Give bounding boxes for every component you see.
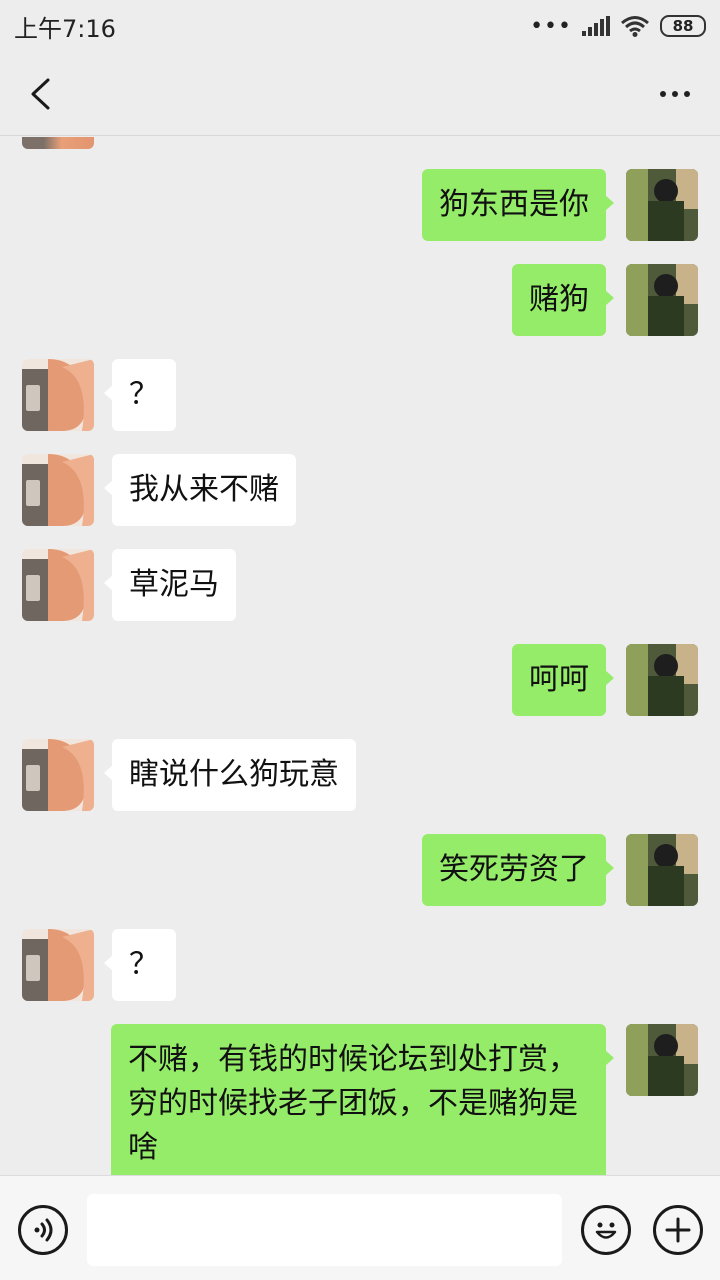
message-input[interactable] bbox=[87, 1194, 562, 1266]
chat-header bbox=[0, 52, 720, 136]
message-row: 瞎说什么狗玩意 bbox=[0, 739, 720, 813]
voice-button[interactable] bbox=[18, 1205, 68, 1255]
avatar-self-image bbox=[626, 1024, 698, 1096]
avatar-self[interactable] bbox=[626, 644, 698, 716]
message-row: 赌狗 bbox=[0, 264, 720, 338]
message-row-partial bbox=[0, 137, 720, 149]
status-icons: ••• 88 bbox=[530, 14, 706, 39]
message-row: 不赌，有钱的时候论坛到处打赏，穷的时候找老子团饭，不是赌狗是啥 bbox=[0, 1024, 720, 1175]
avatar-self[interactable] bbox=[626, 834, 698, 906]
avatar-other[interactable] bbox=[22, 549, 94, 621]
more-button[interactable] bbox=[650, 74, 700, 114]
signal-icon bbox=[582, 16, 610, 36]
chat-area[interactable]: 狗东西是你 赌狗 ？ 我从来不赌 草泥马 呵呵 瞎说什么狗玩意 笑死劳资了 ？ … bbox=[0, 137, 720, 1175]
plus-icon bbox=[665, 1217, 691, 1243]
message-row: 笑死劳资了 bbox=[0, 834, 720, 908]
avatar-self[interactable] bbox=[626, 169, 698, 241]
more-dot bbox=[672, 90, 678, 97]
message-row: 我从来不赌 bbox=[0, 454, 720, 528]
emoji-button[interactable] bbox=[581, 1205, 631, 1255]
avatar-other[interactable] bbox=[22, 739, 94, 811]
avatar-other-image bbox=[22, 739, 94, 811]
avatar-other-image bbox=[22, 454, 94, 526]
message-row: 草泥马 bbox=[0, 549, 720, 623]
avatar-other-image bbox=[22, 929, 94, 1001]
avatar-other[interactable] bbox=[22, 359, 94, 431]
message-bubble-self[interactable]: 狗东西是你 bbox=[422, 169, 614, 241]
avatar-self[interactable] bbox=[626, 264, 698, 336]
message-bubble-self[interactable]: 不赌，有钱的时候论坛到处打赏，穷的时候找老子团饭，不是赌狗是啥 bbox=[111, 1024, 614, 1175]
input-bar bbox=[0, 1175, 720, 1280]
avatar-other[interactable] bbox=[22, 454, 94, 526]
plus-button[interactable] bbox=[653, 1205, 703, 1255]
avatar-self-image bbox=[626, 834, 698, 906]
avatar-self-image bbox=[626, 644, 698, 716]
more-dot bbox=[684, 90, 690, 97]
back-button[interactable] bbox=[20, 74, 60, 114]
voice-icon bbox=[34, 1218, 53, 1242]
message-bubble-self[interactable]: 呵呵 bbox=[512, 644, 614, 716]
message-bubble-self[interactable]: 笑死劳资了 bbox=[422, 834, 614, 906]
status-time: 上午7:16 bbox=[14, 14, 116, 43]
message-bubble-other[interactable]: ？ bbox=[104, 929, 176, 1001]
avatar-other[interactable] bbox=[22, 929, 94, 1001]
wifi-icon bbox=[621, 16, 649, 37]
message-row: 狗东西是你 bbox=[0, 169, 720, 243]
emoji-icon bbox=[595, 1222, 617, 1239]
message-bubble-self[interactable]: 赌狗 bbox=[512, 264, 614, 336]
message-bubble-other[interactable]: 瞎说什么狗玩意 bbox=[104, 739, 356, 811]
battery-icon: 88 bbox=[660, 15, 706, 37]
battery-level: 88 bbox=[672, 17, 694, 35]
message-bubble-other[interactable]: 我从来不赌 bbox=[104, 454, 296, 526]
message-row: 呵呵 bbox=[0, 644, 720, 718]
notification-dots-icon: ••• bbox=[530, 13, 572, 39]
avatar-self[interactable] bbox=[626, 1024, 698, 1096]
avatar-self-image bbox=[626, 169, 698, 241]
message-bubble-other[interactable]: 草泥马 bbox=[104, 549, 236, 621]
avatar-self-image bbox=[626, 264, 698, 336]
message-bubble-other[interactable]: ？ bbox=[104, 359, 176, 431]
avatar-other-image bbox=[22, 549, 94, 621]
avatar-other-image bbox=[22, 359, 94, 431]
status-bar: 上午7:16 ••• 88 bbox=[0, 0, 720, 52]
more-dots-icon bbox=[660, 90, 666, 97]
message-row: ？ bbox=[0, 929, 720, 1003]
message-row: ？ bbox=[0, 359, 720, 433]
chevron-left-icon bbox=[31, 78, 50, 109]
avatar[interactable] bbox=[22, 137, 94, 149]
